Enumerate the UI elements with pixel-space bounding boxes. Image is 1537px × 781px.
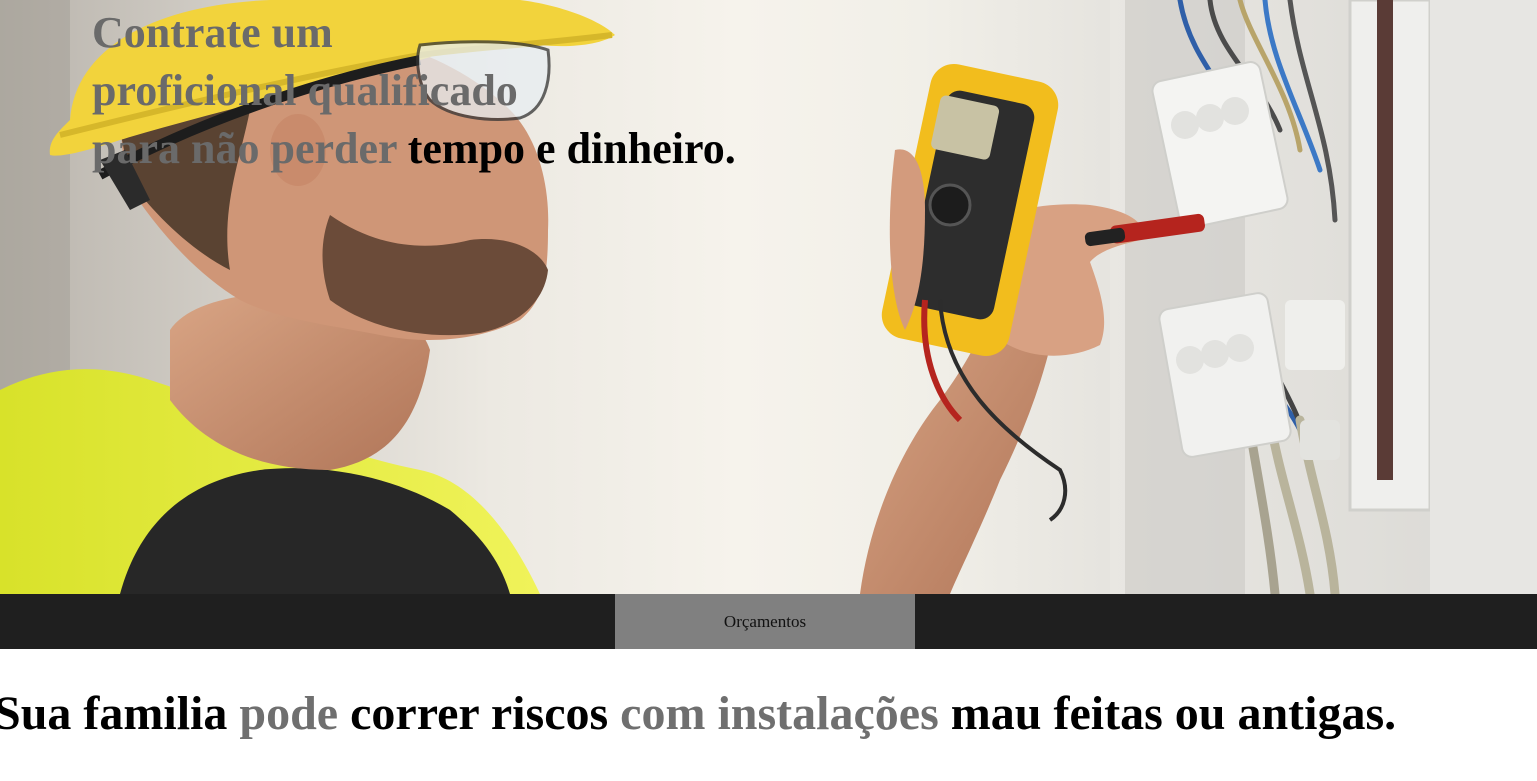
headline-part1: Sua familia [0,687,240,740]
hero-title-line3-muted: para não perder [92,124,397,173]
headline-part3: correr riscos [338,687,621,740]
hero-banner: Contrate um proficional qualificado para… [0,0,1537,594]
hero-title-line1: Contrate um [92,8,333,57]
nav-bar: Orçamentos [0,594,1537,649]
headline-part5: mau feitas ou antigas. [938,687,1397,740]
hero-title-line3: para não perder tempo e dinheiro. [92,120,812,178]
hero-title-line2: proficional qualificado [92,66,518,115]
hero-title-line3-dark: tempo e dinheiro. [396,124,736,173]
hero-title: Contrate um proficional qualificado para… [92,4,812,178]
headline-part2: pode [239,687,339,740]
tab-orcamentos-label: Orçamentos [723,611,807,631]
headline-part4: com instalações [620,687,939,740]
tab-orcamentos[interactable]: Orçamentos [615,594,915,649]
section-headline: Sua familia pode correr riscos com insta… [0,683,1537,745]
